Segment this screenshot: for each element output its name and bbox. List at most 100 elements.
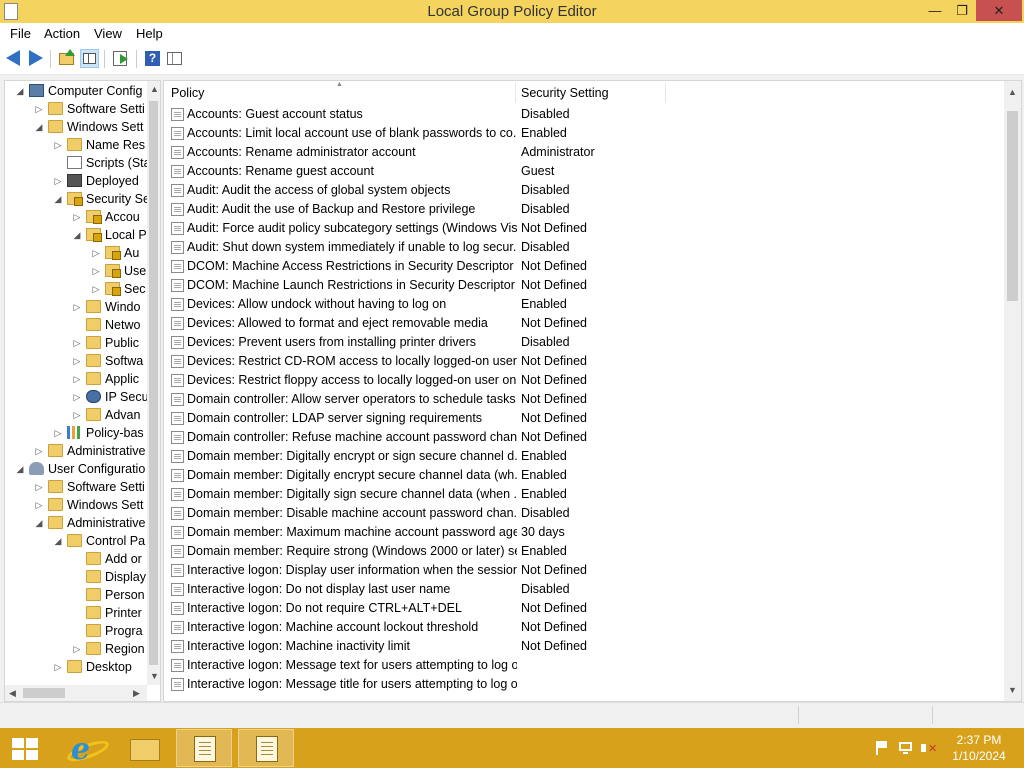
show-hide-tree-button[interactable]: [80, 49, 99, 68]
collapse-arrow-icon[interactable]: ◢: [72, 226, 82, 244]
status-divider: [932, 706, 933, 724]
policy-list[interactable]: Policy ▲ Security Setting Accounts: Gues…: [163, 80, 1022, 702]
policy-row[interactable]: Domain controller: Allow server operator…: [164, 390, 1004, 409]
scroll-left-icon[interactable]: ◀: [9, 688, 16, 699]
tree-hscroll-thumb[interactable]: [23, 688, 65, 698]
menu-help[interactable]: Help: [136, 26, 163, 41]
menu-file[interactable]: File: [10, 26, 31, 41]
policy-row[interactable]: Interactive logon: Do not display last u…: [164, 580, 1004, 599]
expand-arrow-icon[interactable]: ▷: [34, 478, 44, 496]
folder-icon: [67, 138, 82, 151]
policy-row[interactable]: DCOM: Machine Launch Restrictions in Sec…: [164, 276, 1004, 295]
collapse-arrow-icon[interactable]: ◢: [15, 82, 25, 100]
policy-row[interactable]: Audit: Shut down system immediately if u…: [164, 238, 1004, 257]
up-level-button[interactable]: [57, 49, 76, 68]
expand-arrow-icon[interactable]: ▷: [34, 496, 44, 514]
policy-row[interactable]: Domain member: Disable machine account p…: [164, 504, 1004, 523]
expand-arrow-icon[interactable]: ▷: [72, 352, 82, 370]
network-icon[interactable]: [898, 740, 914, 756]
menu-action[interactable]: Action: [44, 26, 80, 41]
policy-row[interactable]: Devices: Restrict CD-ROM access to local…: [164, 352, 1004, 371]
policy-row[interactable]: Devices: Allow undock without having to …: [164, 295, 1004, 314]
export-list-button[interactable]: [111, 49, 130, 68]
expand-arrow-icon[interactable]: ▷: [91, 280, 101, 298]
policy-row[interactable]: Accounts: Rename administrator account Ad…: [164, 143, 1004, 162]
file-explorer-button[interactable]: [116, 729, 172, 767]
back-button[interactable]: [4, 49, 23, 68]
policy-row[interactable]: Interactive logon: Display user informat…: [164, 561, 1004, 580]
menu-view[interactable]: View: [94, 26, 122, 41]
policy-row[interactable]: Devices: Prevent users from installing p…: [164, 333, 1004, 352]
column-divider[interactable]: [515, 83, 516, 103]
policy-row[interactable]: Interactive logon: Machine account locko…: [164, 618, 1004, 637]
scroll-up-icon[interactable]: ▲: [150, 84, 159, 94]
policy-row[interactable]: Audit: Audit the access of global system…: [164, 181, 1004, 200]
tree-horizontal-scrollbar[interactable]: ◀ ▶: [5, 685, 147, 701]
expand-arrow-icon[interactable]: ▷: [72, 334, 82, 352]
tree-scroll-thumb[interactable]: [149, 101, 158, 665]
column-header-security-setting[interactable]: Security Setting: [521, 86, 609, 100]
policy-row[interactable]: Audit: Audit the use of Backup and Resto…: [164, 200, 1004, 219]
expand-arrow-icon[interactable]: ▷: [53, 136, 63, 154]
expand-arrow-icon[interactable]: ▷: [72, 208, 82, 226]
column-header-policy[interactable]: Policy: [171, 86, 204, 100]
policy-row[interactable]: Accounts: Rename guest account Guest: [164, 162, 1004, 181]
policy-row[interactable]: Accounts: Guest account status Disabled: [164, 105, 1004, 124]
action-center-flag-icon[interactable]: [874, 740, 890, 756]
policy-row[interactable]: Devices: Allowed to format and eject rem…: [164, 314, 1004, 333]
policy-row[interactable]: DCOM: Machine Access Restrictions in Sec…: [164, 257, 1004, 276]
taskbar-window-button[interactable]: [176, 729, 232, 767]
policy-row[interactable]: Interactive logon: Do not require CTRL+A…: [164, 599, 1004, 618]
console-tree[interactable]: ◢ Computer Config ▷ Software Setti ◢ Windows …: [4, 80, 161, 702]
expand-arrow-icon[interactable]: ▷: [72, 406, 82, 424]
expand-arrow-icon[interactable]: ▷: [34, 442, 44, 460]
close-button[interactable]: ✕: [976, 0, 1022, 21]
policy-row[interactable]: Domain controller: LDAP server signing r…: [164, 409, 1004, 428]
policy-row[interactable]: Interactive logon: Message text for user…: [164, 656, 1004, 675]
scroll-down-icon[interactable]: ▼: [150, 671, 159, 681]
expand-arrow-icon[interactable]: ▷: [53, 424, 63, 442]
list-scroll-thumb[interactable]: [1007, 111, 1018, 301]
expand-arrow-icon[interactable]: ▷: [72, 640, 82, 658]
list-vertical-scrollbar[interactable]: ▲ ▼: [1004, 81, 1021, 701]
tree-vertical-scrollbar[interactable]: ▲ ▼: [147, 81, 160, 685]
policy-row[interactable]: Domain member: Digitally encrypt or sign…: [164, 447, 1004, 466]
expand-arrow-icon[interactable]: ▷: [72, 388, 82, 406]
collapse-arrow-icon[interactable]: ◢: [34, 514, 44, 532]
policy-row[interactable]: Accounts: Limit local account use of bla…: [164, 124, 1004, 143]
expand-arrow-icon[interactable]: ▷: [91, 262, 101, 280]
expand-arrow-icon[interactable]: ▷: [91, 244, 101, 262]
collapse-arrow-icon[interactable]: ◢: [53, 190, 63, 208]
expand-arrow-icon[interactable]: ▷: [72, 370, 82, 388]
policy-row[interactable]: Domain member: Maximum machine account p…: [164, 523, 1004, 542]
internet-explorer-button[interactable]: e: [56, 729, 112, 767]
restore-button[interactable]: ❐: [948, 0, 976, 21]
help-button[interactable]: ?: [143, 49, 162, 68]
policy-row[interactable]: Domain member: Require strong (Windows 2…: [164, 542, 1004, 561]
forward-button[interactable]: [26, 49, 45, 68]
policy-row[interactable]: Domain controller: Refuse machine accoun…: [164, 428, 1004, 447]
properties-button[interactable]: [165, 49, 184, 68]
scroll-down-icon[interactable]: ▼: [1008, 685, 1017, 695]
minimize-button[interactable]: —: [920, 0, 950, 21]
system-clock[interactable]: 2:37 PM 1/10/2024: [944, 732, 1014, 764]
expand-arrow-icon[interactable]: ▷: [53, 172, 63, 190]
taskbar-window-button[interactable]: [238, 729, 294, 767]
start-button[interactable]: [0, 729, 56, 767]
expand-arrow-icon[interactable]: ▷: [72, 298, 82, 316]
expand-arrow-icon[interactable]: ▷: [34, 100, 44, 118]
policy-row[interactable]: Devices: Restrict floppy access to local…: [164, 371, 1004, 390]
policy-row[interactable]: Interactive logon: Message title for use…: [164, 675, 1004, 694]
policy-row[interactable]: Audit: Force audit policy subcategory se…: [164, 219, 1004, 238]
policy-row[interactable]: Interactive logon: Machine inactivity li…: [164, 637, 1004, 656]
expand-arrow-icon[interactable]: ▷: [53, 658, 63, 676]
policy-row[interactable]: Domain member: Digitally sign secure cha…: [164, 485, 1004, 504]
policy-row[interactable]: Domain member: Digitally encrypt secure …: [164, 466, 1004, 485]
collapse-arrow-icon[interactable]: ◢: [15, 460, 25, 478]
collapse-arrow-icon[interactable]: ◢: [34, 118, 44, 136]
column-divider[interactable]: [665, 83, 666, 103]
scroll-up-icon[interactable]: ▲: [1008, 87, 1017, 97]
scroll-right-icon[interactable]: ▶: [133, 688, 140, 699]
volume-muted-icon[interactable]: ✕: [920, 740, 937, 756]
collapse-arrow-icon[interactable]: ◢: [53, 532, 63, 550]
